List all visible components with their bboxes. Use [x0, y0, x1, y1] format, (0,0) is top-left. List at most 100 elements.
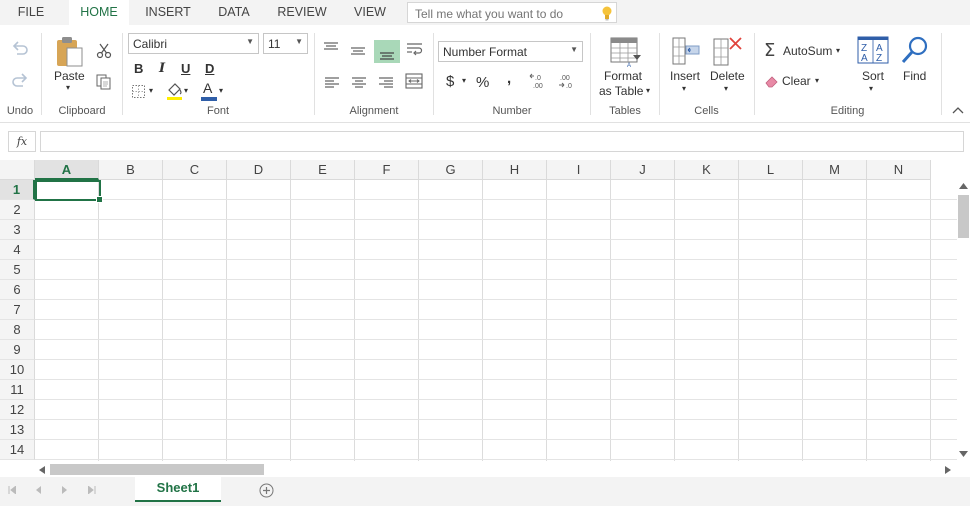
column-header-i[interactable]: I [547, 160, 611, 180]
chevron-down-icon[interactable]: ▾ [815, 76, 819, 85]
row-header-5[interactable]: 5 [0, 260, 35, 280]
align-right-icon[interactable] [378, 76, 394, 88]
italic-button[interactable]: I [159, 61, 165, 76]
copy-icon[interactable] [96, 74, 112, 90]
borders-icon[interactable] [132, 85, 146, 98]
underline-button[interactable]: U [181, 61, 190, 76]
align-center-icon[interactable] [351, 76, 367, 88]
chevron-down-icon[interactable]: ▾ [462, 76, 466, 85]
chevron-down-icon[interactable]: ▾ [836, 46, 840, 55]
paste-dropdown-icon[interactable]: ▾ [66, 83, 70, 92]
last-sheet-icon[interactable] [88, 486, 96, 494]
column-header-f[interactable]: F [355, 160, 419, 180]
row-header-14[interactable]: 14 [0, 440, 35, 460]
tab-data[interactable]: DATA [208, 0, 260, 25]
chevron-down-icon[interactable]: ▾ [869, 84, 873, 93]
column-header-l[interactable]: L [739, 160, 803, 180]
row-header-10[interactable]: 10 [0, 360, 35, 380]
formula-input[interactable] [40, 131, 964, 152]
decrease-decimal-icon[interactable]: .00 .0 [556, 73, 574, 89]
insert-function-button[interactable]: fx [8, 131, 36, 152]
collapse-ribbon-icon[interactable] [952, 106, 964, 114]
chevron-down-icon[interactable]: ▾ [646, 86, 650, 95]
tab-view[interactable]: VIEW [345, 0, 395, 25]
eraser-icon[interactable] [764, 74, 780, 88]
vertical-scroll-thumb[interactable] [958, 195, 969, 238]
column-header-c[interactable]: C [163, 160, 227, 180]
autosum-icon[interactable]: Σ [764, 40, 775, 61]
chevron-down-icon[interactable]: ▾ [724, 84, 728, 93]
format-as-table-icon[interactable]: A [610, 37, 642, 67]
chevron-down-icon[interactable]: ▾ [149, 86, 153, 95]
scroll-down-icon[interactable] [959, 451, 968, 457]
format-as-table-label-2[interactable]: as Table [599, 84, 643, 98]
comma-style-button[interactable]: , [507, 70, 511, 87]
align-top-icon[interactable] [323, 41, 339, 53]
chevron-down-icon[interactable]: ▾ [184, 86, 188, 95]
autosum-button-label[interactable]: AutoSum [783, 44, 832, 58]
row-header-2[interactable]: 2 [0, 200, 35, 220]
sheet-tab-sheet1[interactable]: Sheet1 [135, 477, 221, 502]
horizontal-scrollbar[interactable] [35, 463, 957, 476]
row-header-11[interactable]: 11 [0, 380, 35, 400]
select-all-corner[interactable] [0, 160, 35, 180]
currency-button[interactable]: $ [446, 73, 454, 90]
percent-button[interactable]: % [476, 74, 489, 91]
chevron-down-icon[interactable]: ▾ [682, 84, 686, 93]
column-header-b[interactable]: B [99, 160, 163, 180]
paste-icon[interactable] [55, 36, 85, 68]
row-header-12[interactable]: 12 [0, 400, 35, 420]
tell-me-input[interactable] [413, 5, 597, 22]
number-format-select[interactable]: Number Format ▼ [438, 41, 583, 62]
tab-home[interactable]: HOME [69, 0, 129, 25]
vertical-scrollbar[interactable] [957, 180, 970, 461]
scroll-up-icon[interactable] [959, 183, 968, 189]
tab-review[interactable]: REVIEW [268, 0, 336, 25]
align-left-icon[interactable] [324, 76, 340, 88]
font-color-button[interactable]: A [203, 80, 212, 96]
row-header-8[interactable]: 8 [0, 320, 35, 340]
scroll-left-icon[interactable] [39, 466, 45, 474]
column-header-d[interactable]: D [227, 160, 291, 180]
bold-button[interactable]: B [134, 61, 143, 76]
sort-button-label[interactable]: Sort [862, 69, 884, 83]
font-size-select[interactable]: 11 ▼ [263, 33, 308, 54]
increase-decimal-icon[interactable]: .0 .00 [529, 73, 547, 89]
cut-icon[interactable] [96, 43, 112, 59]
cell-area[interactable] [35, 180, 958, 461]
sort-icon[interactable]: Z A A Z [857, 36, 889, 64]
column-header-h[interactable]: H [483, 160, 547, 180]
row-header-7[interactable]: 7 [0, 300, 35, 320]
row-header-9[interactable]: 9 [0, 340, 35, 360]
wrap-text-icon[interactable] [406, 41, 424, 57]
scroll-right-icon[interactable] [945, 466, 951, 474]
delete-button-label[interactable]: Delete [710, 69, 745, 83]
row-header-13[interactable]: 13 [0, 420, 35, 440]
column-header-j[interactable]: J [611, 160, 675, 180]
insert-button-label[interactable]: Insert [670, 69, 700, 83]
paste-button-label[interactable]: Paste [54, 69, 85, 83]
delete-cells-icon[interactable] [713, 36, 743, 66]
horizontal-scroll-thumb[interactable] [50, 464, 264, 475]
find-button-label[interactable]: Find [903, 69, 926, 83]
add-sheet-icon[interactable] [259, 483, 274, 498]
first-sheet-icon[interactable] [8, 486, 16, 494]
fill-handle[interactable] [96, 196, 103, 203]
tab-file[interactable]: FILE [8, 0, 54, 25]
row-header-3[interactable]: 3 [0, 220, 35, 240]
column-header-m[interactable]: M [803, 160, 867, 180]
column-header-g[interactable]: G [419, 160, 483, 180]
redo-icon[interactable] [11, 72, 29, 88]
column-header-a[interactable]: A [35, 160, 99, 180]
insert-cells-icon[interactable] [672, 37, 700, 65]
row-header-4[interactable]: 4 [0, 240, 35, 260]
column-header-n[interactable]: N [867, 160, 931, 180]
chevron-down-icon[interactable]: ▾ [219, 86, 223, 95]
row-header-6[interactable]: 6 [0, 280, 35, 300]
selected-cell[interactable] [35, 180, 103, 203]
column-header-k[interactable]: K [675, 160, 739, 180]
row-header-1[interactable]: 1 [0, 180, 35, 200]
double-underline-button[interactable]: D [205, 61, 214, 76]
clear-button-label[interactable]: Clear [782, 74, 811, 88]
find-icon[interactable] [900, 35, 930, 65]
